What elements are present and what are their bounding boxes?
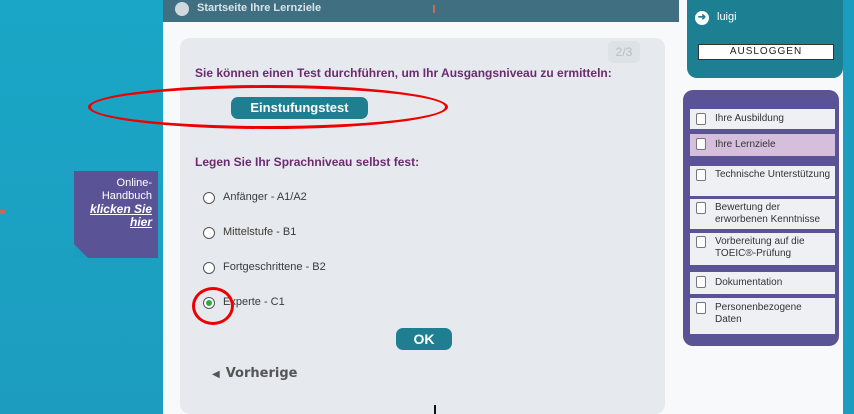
annotation-ellipse xyxy=(88,85,448,129)
sidebar-item-label: Vorbereitung auf die TOEIC®-Prüfung xyxy=(715,236,805,259)
radio-button[interactable] xyxy=(203,227,215,239)
level-option-label: Fortgeschrittene - B2 xyxy=(223,261,326,273)
header-marker xyxy=(433,5,435,13)
sidebar-item-label: Bewertung der erworbenen Kenntnisse xyxy=(715,202,821,225)
page-indicator: 2/3 xyxy=(608,41,640,63)
sidebar-item-toeic-vorbereitung[interactable]: Vorbereitung auf die TOEIC®-Prüfung xyxy=(690,233,835,265)
previous-link[interactable]: ◀ Vorherige xyxy=(212,366,297,381)
sidebar-item-dokumentation[interactable]: Dokumentation xyxy=(690,272,835,294)
document-icon xyxy=(696,113,706,125)
right-background xyxy=(843,0,854,414)
document-icon xyxy=(696,236,706,248)
sidebar-item-label: Ihre Lernziele xyxy=(715,139,776,150)
sidebar-item-label: Dokumentation xyxy=(715,277,783,288)
document-icon xyxy=(696,138,706,150)
header-title: Startseite Ihre Lernziele xyxy=(197,2,322,14)
previous-label: Vorherige xyxy=(225,366,298,381)
user-panel: ➜ luigi xyxy=(687,0,843,78)
header-bar: Startseite Ihre Lernziele xyxy=(163,0,679,22)
bottom-marker xyxy=(434,405,436,414)
online-handbook-box: Online- Handbuch klicken Sie hier xyxy=(74,171,158,258)
radio-button[interactable] xyxy=(203,192,215,204)
logout-button[interactable]: AUSLOGGEN xyxy=(698,44,834,60)
handbook-link-line2[interactable]: hier xyxy=(74,216,152,229)
level-heading: Legen Sie Ihr Sprachniveau selbst fest: xyxy=(195,155,420,169)
sidebar-item-ihre-lernziele[interactable]: Ihre Lernziele xyxy=(690,134,835,156)
radio-button[interactable] xyxy=(203,262,215,274)
page-fold xyxy=(74,244,88,258)
placement-heading: Sie können einen Test durchführen, um Ih… xyxy=(195,66,612,80)
level-option-label: Mittelstufe - B1 xyxy=(223,226,297,238)
sidebar-item-ihre-ausbildung[interactable]: Ihre Ausbildung xyxy=(690,109,835,129)
user-arrow-icon: ➜ xyxy=(695,11,709,25)
sidebar-item-label: Technische Unterstützung xyxy=(715,169,831,180)
username: luigi xyxy=(717,11,737,23)
document-icon xyxy=(696,302,706,314)
sidebar-item-label: Personenbezogene Daten xyxy=(715,302,802,325)
left-arrow-icon: ◀ xyxy=(212,369,220,380)
document-icon xyxy=(696,202,706,214)
sidebar-item-personenbezogene-daten[interactable]: Personenbezogene Daten xyxy=(690,298,835,334)
annotation-circle xyxy=(192,287,234,325)
edge-marker xyxy=(0,210,5,214)
sidebar-item-bewertung[interactable]: Bewertung der erworbenen Kenntnisse xyxy=(690,199,835,229)
document-icon xyxy=(696,169,706,181)
level-option-label: Anfänger - A1/A2 xyxy=(223,191,307,203)
document-icon xyxy=(696,276,706,288)
sidebar-item-technische-unterstuetzung[interactable]: Technische Unterstützung xyxy=(690,166,835,196)
header-circle-icon xyxy=(175,2,189,16)
sidebar-item-label: Ihre Ausbildung xyxy=(715,113,784,124)
handbook-line1: Online- xyxy=(116,177,152,189)
ok-button[interactable]: OK xyxy=(396,328,452,350)
